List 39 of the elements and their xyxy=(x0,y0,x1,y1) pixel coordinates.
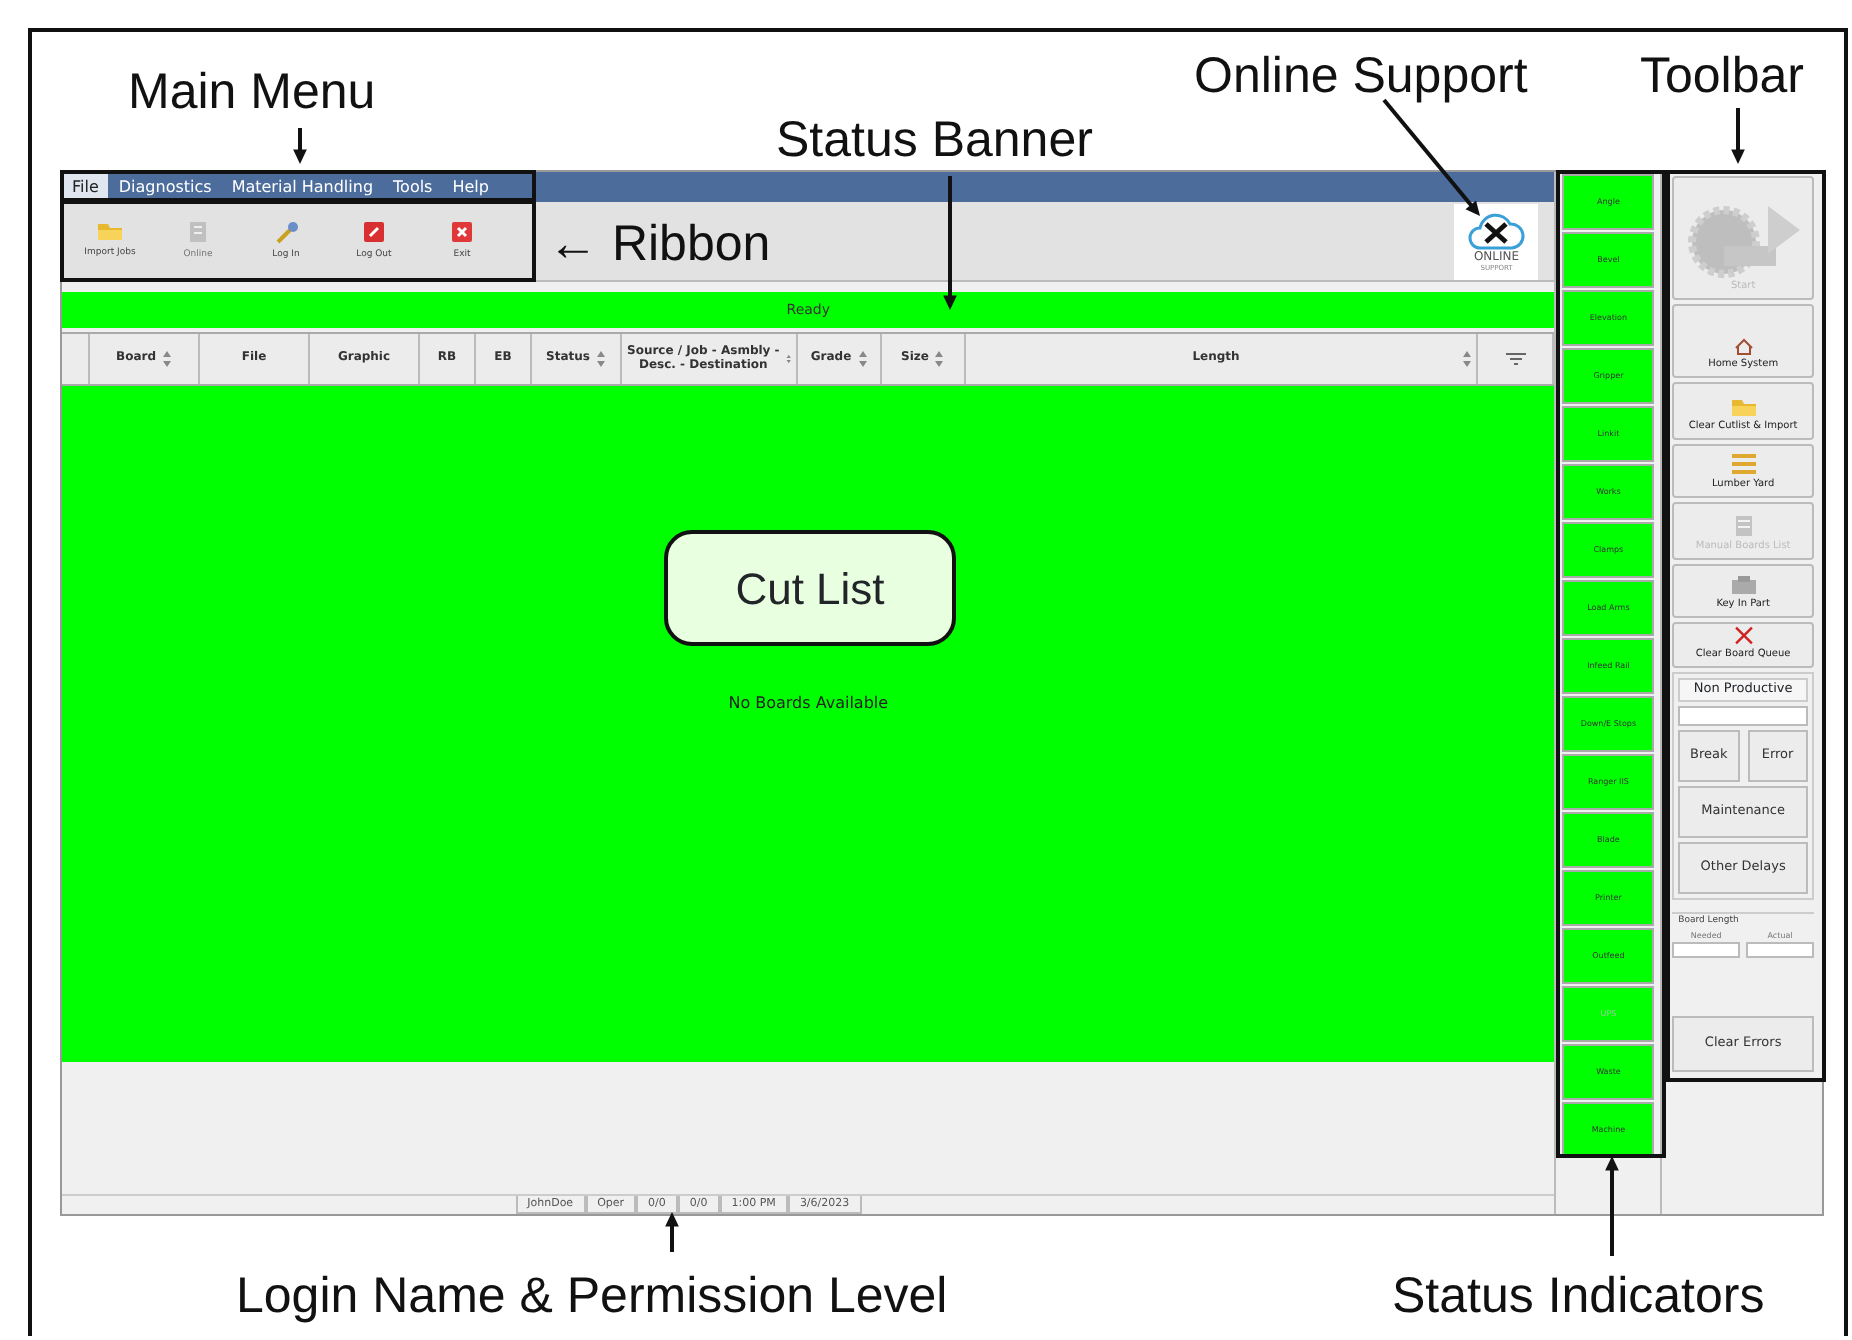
arrow xyxy=(665,1212,679,1252)
arrow xyxy=(293,128,307,164)
empty-message: No Boards Available xyxy=(728,692,889,716)
folder-icon xyxy=(96,220,124,243)
menu-item[interactable]: Material Handling xyxy=(221,172,384,202)
close-icon xyxy=(450,219,474,244)
input-field[interactable] xyxy=(1678,705,1808,726)
sort-icon xyxy=(857,350,868,368)
list-icon xyxy=(1731,513,1756,537)
arrow xyxy=(1605,1156,1619,1256)
filter-icon xyxy=(1505,352,1526,366)
home-icon xyxy=(1733,337,1754,355)
folder-icon xyxy=(1729,395,1758,417)
input-field[interactable] xyxy=(1672,941,1741,957)
sort-icon xyxy=(595,350,606,368)
arrow xyxy=(1731,108,1745,164)
key-icon xyxy=(273,219,299,244)
input-field[interactable] xyxy=(1746,941,1814,957)
annotation-label: Login Name & Permission Level xyxy=(236,1272,948,1322)
annotation-label: Toolbar xyxy=(1640,52,1804,102)
menu-item[interactable]: Diagnostics xyxy=(108,172,222,202)
annotation-label: Status Indicators xyxy=(1392,1272,1765,1322)
menu-item[interactable]: Help xyxy=(442,172,499,202)
document-icon xyxy=(188,219,208,244)
annotation-label: Main Menu xyxy=(128,68,376,118)
sort-icon xyxy=(934,350,945,368)
keyboard-icon xyxy=(1729,573,1758,595)
menu-item[interactable]: Tools xyxy=(383,172,443,202)
lumber-icon xyxy=(1729,451,1758,475)
cloud-tools-icon xyxy=(1466,208,1527,253)
annotation-label: ← Ribbon xyxy=(548,220,771,270)
close-icon xyxy=(1731,626,1756,645)
callout-box: Cut List xyxy=(664,530,956,646)
sort-icon xyxy=(162,350,172,368)
annotation-label: Status Banner xyxy=(776,116,1093,166)
arrow xyxy=(943,176,957,310)
annotation-label: Online Support xyxy=(1194,52,1528,102)
sort-icon xyxy=(1461,350,1472,368)
logout-icon xyxy=(362,219,386,244)
